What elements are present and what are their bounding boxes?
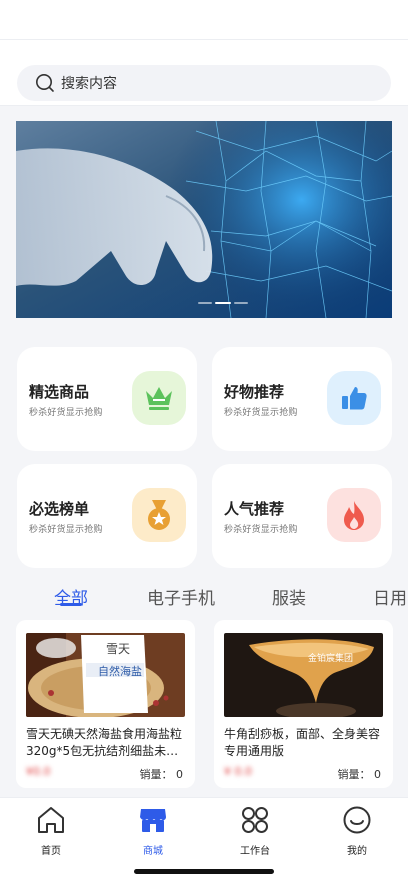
product-price: ¥ 0.0 — [224, 765, 252, 778]
status-bar — [0, 0, 408, 40]
carousel-dot-active[interactable] — [215, 302, 231, 304]
carousel-indicator — [198, 302, 248, 304]
svg-text:雪天: 雪天 — [106, 642, 130, 656]
category-card-popular[interactable]: 人气推荐 秒杀好货显示抢购 — [212, 464, 392, 568]
carousel-dot[interactable] — [234, 302, 248, 304]
tab-clothing[interactable]: 服装 — [272, 584, 306, 609]
product-image: 自然海盐 雪天 — [26, 633, 185, 717]
tabbar-label: 工作台 — [240, 846, 270, 857]
card-title: 人气推荐 — [224, 500, 285, 518]
category-tabs: 全部 电子手机 服装 日用 — [0, 578, 408, 614]
sales-label: 销量： — [337, 768, 371, 781]
product-image: 金铂宸集团 — [224, 633, 383, 717]
tab-electronics[interactable]: 电子手机 — [147, 584, 215, 609]
svg-text:自然海盐: 自然海盐 — [98, 664, 142, 678]
search-input[interactable]: 搜索内容 — [17, 65, 391, 101]
card-title: 必选榜单 — [29, 500, 90, 518]
category-card-ranking[interactable]: 必选榜单 秒杀好货显示抢购 — [17, 464, 197, 568]
card-subtitle: 秒杀好货显示抢购 — [224, 408, 298, 418]
card-title: 精选商品 — [29, 383, 90, 401]
product-sales: 销量： 0 — [140, 766, 184, 782]
tab-daily[interactable]: 日用 — [373, 584, 407, 609]
thumbs-up-icon — [327, 371, 381, 425]
sales-label: 销量： — [139, 768, 173, 781]
home-indicator — [134, 869, 274, 874]
tabbar-label: 首页 — [41, 846, 61, 857]
tabbar-item-shop[interactable]: 商城 — [123, 804, 183, 857]
tabbar-label: 商城 — [143, 846, 163, 857]
search-bar-container: 搜索内容 — [0, 40, 408, 106]
category-card-featured[interactable]: 精选商品 秒杀好货显示抢购 — [17, 347, 197, 451]
tabbar-item-profile[interactable]: 我的 — [327, 804, 387, 857]
active-tab-indicator — [60, 603, 82, 606]
smile-icon — [327, 804, 387, 836]
tabbar-item-workbench[interactable]: 工作台 — [225, 804, 285, 857]
workbench-icon — [225, 804, 285, 836]
product-price: ¥0.0 — [26, 765, 51, 778]
product-name: 牛角刮痧板，面部、全身美容专用通用版 — [224, 727, 381, 758]
crown-icon — [132, 371, 186, 425]
flame-icon — [327, 488, 381, 542]
product-name: 雪天无碘天然海盐食用海盐粒320g*5包无抗结剂细盐未加碘盐 — [26, 727, 183, 758]
tabbar-label: 我的 — [347, 846, 367, 857]
search-placeholder: 搜索内容 — [61, 76, 117, 92]
home-icon — [21, 804, 81, 836]
svg-text:金铂宸集团: 金铂宸集团 — [308, 652, 353, 664]
promo-banner[interactable] — [16, 121, 392, 318]
search-icon — [36, 74, 54, 92]
card-subtitle: 秒杀好货显示抢购 — [224, 525, 298, 535]
card-title: 好物推荐 — [224, 383, 285, 401]
sales-count: 0 — [374, 768, 381, 781]
carousel-dot[interactable] — [198, 302, 212, 304]
product-sales: 销量： 0 — [338, 766, 382, 782]
sales-count: 0 — [176, 768, 183, 781]
banner-image — [16, 121, 392, 318]
medal-icon — [132, 488, 186, 542]
category-card-recommend[interactable]: 好物推荐 秒杀好货显示抢购 — [212, 347, 392, 451]
product-card[interactable]: 金铂宸集团 牛角刮痧板，面部、全身美容专用通用版 ¥ 0.0 销量： 0 — [214, 620, 393, 788]
shop-icon — [123, 804, 183, 836]
product-card[interactable]: 自然海盐 雪天 雪天无碘天然海盐食用海盐粒320g*5包无抗结剂细盐未加碘盐 ¥… — [16, 620, 195, 788]
card-subtitle: 秒杀好货显示抢购 — [29, 525, 103, 535]
card-subtitle: 秒杀好货显示抢购 — [29, 408, 103, 418]
tabbar-item-home[interactable]: 首页 — [21, 804, 81, 857]
